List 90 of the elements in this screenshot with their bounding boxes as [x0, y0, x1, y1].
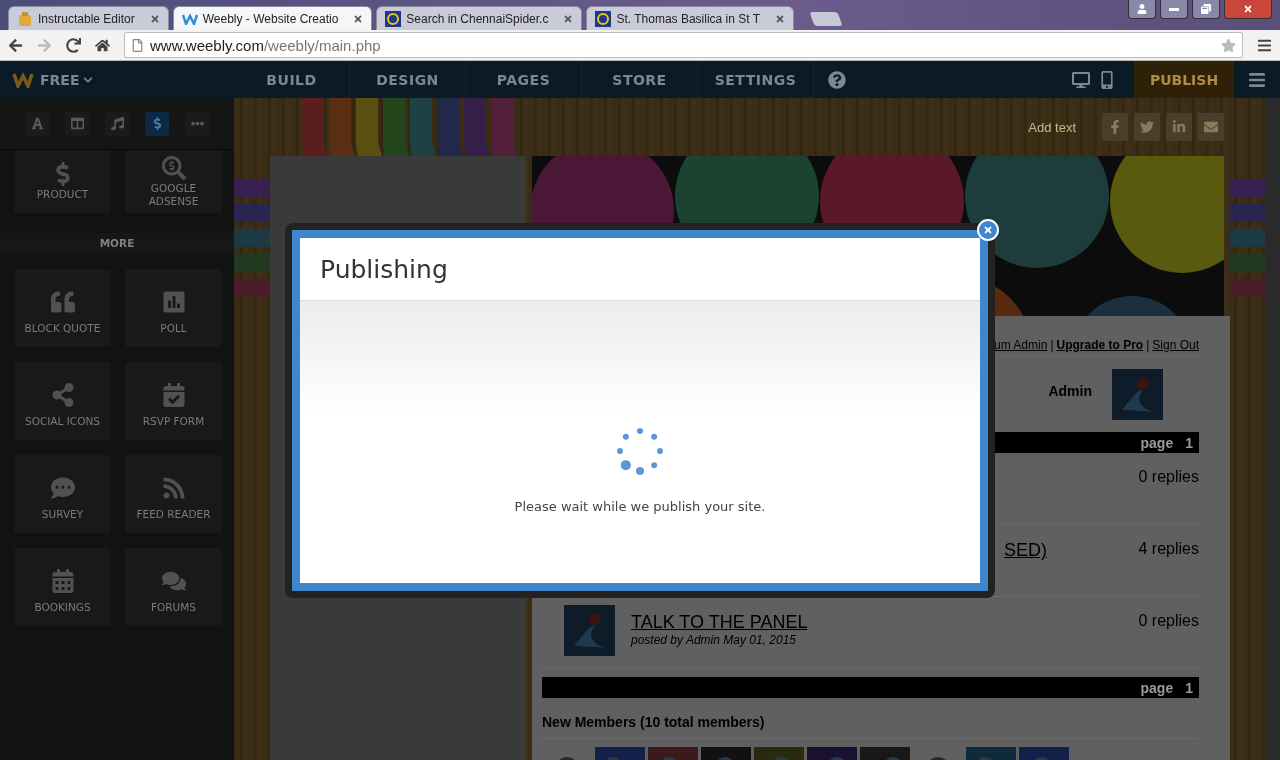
element-tile[interactable]: RSVP FORM	[125, 362, 222, 440]
element-tile[interactable]: BLOCK QUOTE	[14, 269, 111, 347]
social-button[interactable]	[1134, 113, 1160, 141]
pager-label: page	[1140, 434, 1174, 451]
plan-menu[interactable]: FREE	[40, 71, 94, 88]
user-name: Admin	[1048, 382, 1092, 399]
close-icon[interactable]	[775, 13, 786, 24]
reply-count: 4 replies	[1138, 539, 1199, 558]
category-button[interactable]	[145, 111, 169, 136]
members-heading: New Members (10 total members)	[542, 714, 766, 730]
reply-count: 0 replies	[1138, 467, 1199, 486]
chart-icon	[161, 290, 186, 314]
category-button[interactable]	[25, 111, 49, 136]
minimize-button[interactable]	[1160, 0, 1188, 19]
mail-icon	[1204, 120, 1218, 134]
close-icon[interactable]	[563, 13, 574, 24]
music-icon	[110, 117, 124, 130]
layout-icon	[70, 117, 84, 130]
element-tile[interactable]: FORUMS	[125, 548, 222, 626]
rss-icon	[161, 476, 186, 500]
restore-icon	[1201, 4, 1211, 14]
category-button[interactable]	[65, 111, 89, 136]
topic-link[interactable]: SED)	[1004, 540, 1047, 561]
logo-icon[interactable]	[12, 71, 34, 88]
restore-button[interactable]	[1192, 0, 1220, 19]
close-button[interactable]	[1224, 0, 1272, 19]
menu-icon[interactable]	[1257, 37, 1272, 53]
account-link[interactable]: Upgrade to Pro	[1056, 338, 1144, 352]
back-button[interactable]	[8, 37, 23, 53]
text-icon	[30, 117, 44, 130]
page-icon	[131, 38, 144, 52]
separator-text: |	[1050, 338, 1054, 352]
account-link[interactable]: Sign Out	[1152, 338, 1199, 352]
account-link[interactable]: um Admin	[994, 338, 1048, 352]
page-number[interactable]: 1	[1185, 434, 1193, 451]
logo-icon	[595, 10, 612, 27]
category-button[interactable]	[105, 111, 129, 136]
page-number[interactable]: 1	[1185, 679, 1193, 696]
element-tile[interactable]: FEED READER	[125, 455, 222, 533]
share-icon	[50, 383, 75, 407]
reply-count: 0 replies	[1138, 611, 1199, 630]
linkedin-icon	[1172, 120, 1186, 134]
social-button[interactable]	[1102, 113, 1128, 141]
reload-button[interactable]	[66, 37, 81, 53]
pager-label: page	[1140, 679, 1174, 696]
publish-button[interactable]: PUBLISH	[1134, 61, 1234, 98]
dialog-message: Please wait while we publish your site.	[514, 499, 766, 514]
close-icon	[983, 225, 993, 235]
element-tile[interactable]: PRODUCT	[14, 150, 111, 213]
browser-tab[interactable]: St. Thomas Basilica in St T	[586, 6, 795, 30]
topic-byline: posted by Admin May 01, 2015	[631, 633, 797, 647]
address-field[interactable]: www.weebly.com/weebly/main.php	[124, 32, 1243, 58]
dollar-search-icon	[161, 155, 186, 180]
user-icon	[1137, 4, 1147, 14]
logo-icon	[181, 12, 198, 25]
quote-icon	[50, 290, 75, 314]
calendar-icon	[50, 569, 75, 593]
element-tile[interactable]: BOOKINGS	[14, 548, 111, 626]
user-button[interactable]	[1128, 0, 1156, 19]
scrollbar[interactable]	[1265, 98, 1280, 760]
logo-icon	[385, 10, 402, 27]
robot-icon	[17, 10, 33, 27]
add-text-link[interactable]: Add text	[1028, 119, 1076, 135]
facebook-icon	[1108, 120, 1122, 134]
category-button[interactable]	[185, 111, 209, 136]
close-icon[interactable]	[149, 13, 160, 24]
chat-icon	[50, 476, 75, 500]
minimize-icon	[1169, 7, 1179, 11]
element-tile[interactable]: GOOGLE ADSENSE	[125, 150, 222, 213]
topic-link[interactable]: TALK TO THE PANEL	[631, 612, 808, 633]
new-tab-button[interactable]	[809, 12, 843, 26]
social-button[interactable]	[1166, 113, 1192, 141]
calendar-check-icon	[161, 383, 186, 407]
star-icon[interactable]	[1221, 37, 1236, 53]
social-button[interactable]	[1198, 113, 1224, 141]
close-icon[interactable]	[353, 13, 364, 24]
home-button[interactable]	[95, 37, 110, 53]
chat-icon	[161, 569, 186, 593]
element-tile[interactable]: SURVEY	[14, 455, 111, 533]
twitter-icon	[1140, 120, 1154, 134]
browser-tab[interactable]: Weebly - Website Creatio	[172, 6, 373, 30]
close-icon	[1243, 4, 1253, 14]
spinner-icon	[616, 427, 664, 475]
element-tile[interactable]: SOCIAL ICONS	[14, 362, 111, 440]
separator-text: |	[1146, 338, 1150, 352]
browser-tab[interactable]: Search in ChennaiSpider.c	[376, 6, 583, 30]
browser-tab[interactable]: Instructable Editor	[8, 6, 169, 30]
element-tile[interactable]: POLL	[125, 269, 222, 347]
section-heading: MORE	[0, 233, 234, 252]
chevron-icon	[83, 74, 94, 85]
